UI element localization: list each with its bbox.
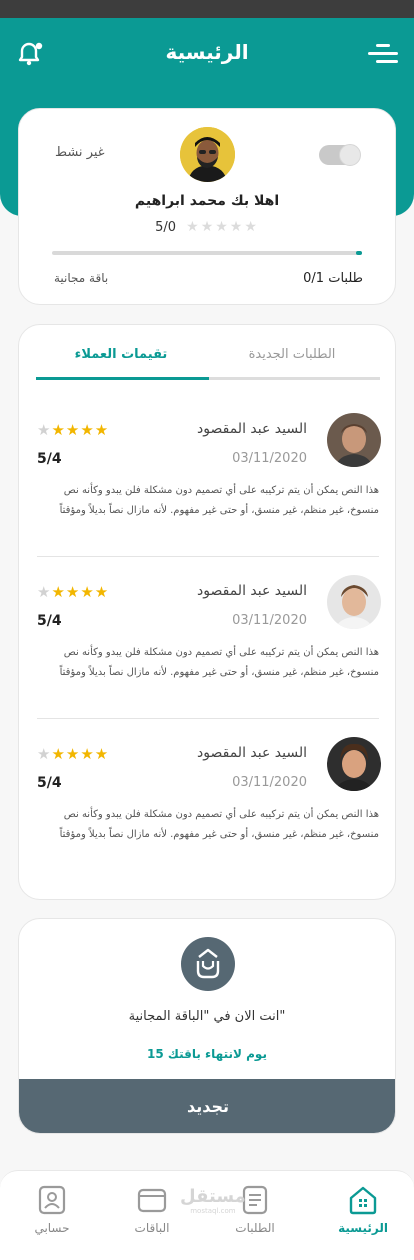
review-stars-icon: ★★★★★ [37,583,109,601]
review-score: 5/4 [37,451,62,467]
package-card: انت الان في "الباقة المجانية" 15 يوم لان… [18,918,396,1134]
star-on-icon: ★★★★ [51,583,110,601]
nav-label-account: حسابي [34,1221,70,1235]
wallet-icon [137,1188,167,1213]
greeting-text: اهلا بك محمد ابراهيم [134,193,280,209]
menu-icon[interactable] [368,42,398,66]
reviewer-name: السيد عبد المقصود [197,745,307,761]
review-score: 5/4 [37,775,62,791]
nav-item-home[interactable]: الرئيسية [327,1185,399,1235]
reviewer-name: السيد عبد المقصود [197,421,307,437]
nav-item-packages[interactable]: الباقات [116,1185,188,1235]
watermark-logo: مستقل mostaql.com [180,1186,246,1215]
review-date: 03/11/2020 [232,775,307,790]
avatar [327,575,381,629]
review-date: 03/11/2020 [232,451,307,466]
renew-button[interactable]: تجديد [19,1079,395,1133]
review-text: هذا النص يمكن أن يتم تركيبه على أي تصميم… [59,647,379,678]
tab-customer-ratings[interactable]: تقيمات العملاء [36,347,206,362]
tab-indicator-active [36,377,209,380]
star-off-icon: ★ [37,583,52,601]
nav-label-packages: الباقات [134,1221,170,1235]
avatar [327,737,381,791]
review-date: 03/11/2020 [232,613,307,628]
list-item[interactable]: السيد عبد المقصود 03/11/2020 ★★★★★ 5/4 ه… [37,719,381,881]
list-item[interactable]: السيد عبد المقصود 03/11/2020 ★★★★★ 5/4 ه… [37,557,381,719]
review-stars-icon: ★★★★★ [37,745,109,763]
reviewer-name: السيد عبد المقصود [197,583,307,599]
page-title: الرئيسية [165,40,249,64]
review-score: 5/4 [37,613,62,629]
list-item[interactable]: السيد عبد المقصود 03/11/2020 ★★★★★ 5/4 ه… [37,395,381,557]
review-text: هذا النص يمكن أن يتم تركيبه على أي تصميم… [59,809,379,840]
tab-new-orders[interactable]: الطلبات الجديدة [206,347,378,362]
star-on-icon: ★★★★ [51,745,110,763]
package-label: باقة مجانية [54,271,109,285]
rating-value: 5/0 [155,220,176,235]
watermark-text: مستقل [180,1186,246,1207]
toggle-knob [339,144,361,166]
days-remaining: 15 يوم لانتهاء باقتك [147,1047,267,1061]
profile-card: غير نشط اهلا بك محمد ابراهيم 5/0 ★★★★★ 0… [18,108,396,305]
watermark-subtext: mostaql.com [190,1207,236,1215]
active-toggle[interactable] [319,144,361,166]
avatar [180,127,235,182]
reviews-card: تقيمات العملاء الطلبات الجديدة السيد عبد… [18,324,396,900]
review-text: هذا النص يمكن أن يتم تركيبه على أي تصميم… [59,485,379,516]
star-on-icon: ★★★★ [51,421,110,439]
rating-stars-icon: ★★★★★ [186,219,259,235]
top-bar: الرئيسية [0,18,414,88]
bottom-nav: الرئيسية الطلبات الباقات حسابي [0,1170,414,1260]
orders-count: 0/1 طلبات [303,271,363,286]
status-bar [0,0,414,18]
nav-label-orders: الطلبات [235,1221,275,1235]
orders-progress-bar [52,251,362,255]
current-package-text: انت الان في "الباقة المجانية" [128,1009,286,1024]
tab-indicator [36,377,380,380]
review-stars-icon: ★★★★★ [37,421,109,439]
profile-rating: 5/0 ★★★★★ [19,219,395,235]
package-icon [181,937,235,991]
progress-fill [355,251,362,255]
star-off-icon: ★ [37,745,52,763]
avatar [327,413,381,467]
nav-label-home: الرئيسية [338,1221,388,1235]
nav-item-account[interactable]: حسابي [16,1185,88,1235]
star-off-icon: ★ [37,421,52,439]
status-label: غير نشط [55,145,105,160]
home-icon [349,1186,377,1215]
user-icon [38,1185,66,1215]
